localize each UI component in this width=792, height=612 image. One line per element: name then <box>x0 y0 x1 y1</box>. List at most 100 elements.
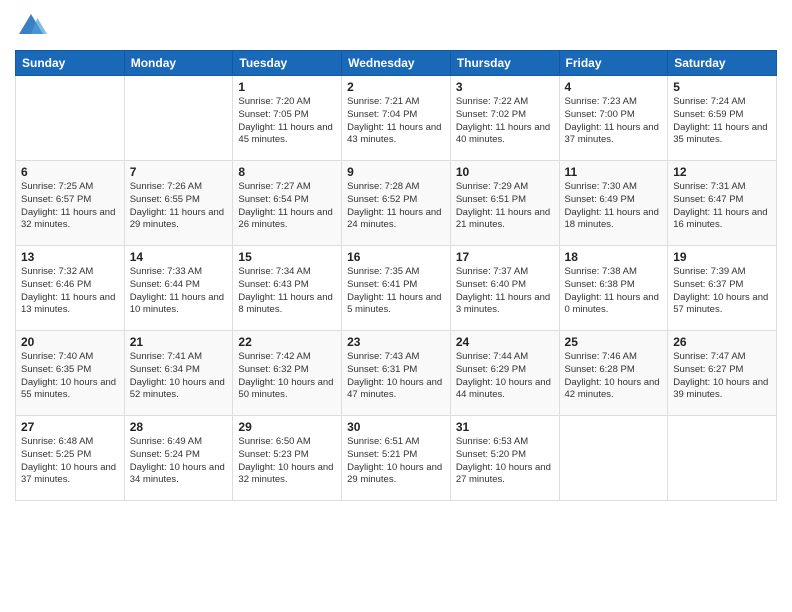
day-number: 11 <box>565 165 663 179</box>
day-number: 18 <box>565 250 663 264</box>
day-info: Sunrise: 7:33 AMSunset: 6:44 PMDaylight:… <box>130 266 228 317</box>
day-info: Sunrise: 6:50 AMSunset: 5:23 PMDaylight:… <box>238 436 336 487</box>
day-number: 17 <box>456 250 554 264</box>
calendar-cell: 9 Sunrise: 7:28 AMSunset: 6:52 PMDaylight… <box>342 161 451 246</box>
weekday-header-thursday: Thursday <box>450 51 559 76</box>
calendar-cell: 3 Sunrise: 7:22 AMSunset: 7:02 PMDaylight… <box>450 76 559 161</box>
day-number: 2 <box>347 80 445 94</box>
weekday-header-wednesday: Wednesday <box>342 51 451 76</box>
calendar-week-3: 13 Sunrise: 7:32 AMSunset: 6:46 PMDayligh… <box>16 246 777 331</box>
calendar-cell: 22Sunrise: 7:42 AMSunset: 6:32 PMDayligh… <box>233 331 342 416</box>
day-info: Sunrise: 7:34 AMSunset: 6:43 PMDaylight:… <box>238 266 336 317</box>
day-number: 10 <box>456 165 554 179</box>
calendar-cell: 4 Sunrise: 7:23 AMSunset: 7:00 PMDaylight… <box>559 76 668 161</box>
calendar-cell: 29 Sunrise: 6:50 AMSunset: 5:23 PMDayligh… <box>233 416 342 501</box>
calendar-cell <box>559 416 668 501</box>
day-number: 8 <box>238 165 336 179</box>
day-number: 9 <box>347 165 445 179</box>
day-info: Sunrise: 7:23 AMSunset: 7:00 PMDaylight:… <box>565 96 663 147</box>
day-number: 24 <box>456 335 554 349</box>
calendar-table: SundayMondayTuesdayWednesdayThursdayFrid… <box>15 50 777 501</box>
day-info: Sunrise: 6:48 AMSunset: 5:25 PMDaylight:… <box>21 436 119 487</box>
day-number: 25 <box>565 335 663 349</box>
day-info: Sunrise: 7:28 AMSunset: 6:52 PMDaylight:… <box>347 181 445 232</box>
calendar-cell: 21 Sunrise: 7:41 AMSunset: 6:34 PMDayligh… <box>124 331 233 416</box>
day-info: Sunrise: 7:39 AMSunset: 6:37 PMDaylight:… <box>673 266 771 317</box>
calendar-week-2: 6 Sunrise: 7:25 AMSunset: 6:57 PMDaylight… <box>16 161 777 246</box>
calendar-cell: 12 Sunrise: 7:31 AMSunset: 6:47 PMDayligh… <box>668 161 777 246</box>
day-number: 31 <box>456 420 554 434</box>
calendar-cell: 30Sunrise: 6:51 AMSunset: 5:21 PMDayligh… <box>342 416 451 501</box>
day-number: 20 <box>21 335 119 349</box>
header <box>15 10 777 42</box>
calendar-cell: 11Sunrise: 7:30 AMSunset: 6:49 PMDayligh… <box>559 161 668 246</box>
day-info: Sunrise: 7:21 AMSunset: 7:04 PMDaylight:… <box>347 96 445 147</box>
calendar-cell: 15Sunrise: 7:34 AMSunset: 6:43 PMDayligh… <box>233 246 342 331</box>
weekday-header-sunday: Sunday <box>16 51 125 76</box>
day-number: 1 <box>238 80 336 94</box>
calendar-cell: 23 Sunrise: 7:43 AMSunset: 6:31 PMDayligh… <box>342 331 451 416</box>
calendar-cell: 25 Sunrise: 7:46 AMSunset: 6:28 PMDayligh… <box>559 331 668 416</box>
day-number: 19 <box>673 250 771 264</box>
calendar-cell: 10 Sunrise: 7:29 AMSunset: 6:51 PMDayligh… <box>450 161 559 246</box>
day-info: Sunrise: 7:25 AMSunset: 6:57 PMDaylight:… <box>21 181 119 232</box>
calendar-cell: 8Sunrise: 7:27 AMSunset: 6:54 PMDaylight… <box>233 161 342 246</box>
calendar-cell: 6 Sunrise: 7:25 AMSunset: 6:57 PMDaylight… <box>16 161 125 246</box>
day-number: 21 <box>130 335 228 349</box>
day-info: Sunrise: 7:22 AMSunset: 7:02 PMDaylight:… <box>456 96 554 147</box>
day-number: 27 <box>21 420 119 434</box>
calendar-body: 1Sunrise: 7:20 AMSunset: 7:05 PMDaylight… <box>16 76 777 501</box>
page: SundayMondayTuesdayWednesdayThursdayFrid… <box>0 0 792 612</box>
weekday-header-tuesday: Tuesday <box>233 51 342 76</box>
calendar-cell: 5 Sunrise: 7:24 AMSunset: 6:59 PMDaylight… <box>668 76 777 161</box>
day-number: 4 <box>565 80 663 94</box>
day-info: Sunrise: 7:24 AMSunset: 6:59 PMDaylight:… <box>673 96 771 147</box>
day-number: 23 <box>347 335 445 349</box>
day-info: Sunrise: 7:35 AMSunset: 6:41 PMDaylight:… <box>347 266 445 317</box>
day-info: Sunrise: 6:49 AMSunset: 5:24 PMDaylight:… <box>130 436 228 487</box>
day-info: Sunrise: 7:43 AMSunset: 6:31 PMDaylight:… <box>347 351 445 402</box>
day-number: 29 <box>238 420 336 434</box>
day-info: Sunrise: 7:37 AMSunset: 6:40 PMDaylight:… <box>456 266 554 317</box>
calendar-cell: 19 Sunrise: 7:39 AMSunset: 6:37 PMDayligh… <box>668 246 777 331</box>
day-info: Sunrise: 6:53 AMSunset: 5:20 PMDaylight:… <box>456 436 554 487</box>
day-info: Sunrise: 7:31 AMSunset: 6:47 PMDaylight:… <box>673 181 771 232</box>
day-number: 14 <box>130 250 228 264</box>
day-number: 13 <box>21 250 119 264</box>
calendar-cell: 2 Sunrise: 7:21 AMSunset: 7:04 PMDaylight… <box>342 76 451 161</box>
day-number: 5 <box>673 80 771 94</box>
calendar-cell: 26Sunrise: 7:47 AMSunset: 6:27 PMDayligh… <box>668 331 777 416</box>
weekday-header-monday: Monday <box>124 51 233 76</box>
calendar-week-4: 20Sunrise: 7:40 AMSunset: 6:35 PMDayligh… <box>16 331 777 416</box>
day-number: 12 <box>673 165 771 179</box>
calendar-header: SundayMondayTuesdayWednesdayThursdayFrid… <box>16 51 777 76</box>
calendar-cell: 7 Sunrise: 7:26 AMSunset: 6:55 PMDaylight… <box>124 161 233 246</box>
weekday-header-saturday: Saturday <box>668 51 777 76</box>
calendar-cell <box>668 416 777 501</box>
weekday-header-friday: Friday <box>559 51 668 76</box>
calendar-cell: 28Sunrise: 6:49 AMSunset: 5:24 PMDayligh… <box>124 416 233 501</box>
logo-icon <box>15 10 47 42</box>
day-number: 7 <box>130 165 228 179</box>
calendar-cell <box>16 76 125 161</box>
day-number: 30 <box>347 420 445 434</box>
calendar-cell: 14 Sunrise: 7:33 AMSunset: 6:44 PMDayligh… <box>124 246 233 331</box>
day-info: Sunrise: 7:42 AMSunset: 6:32 PMDaylight:… <box>238 351 336 402</box>
day-info: Sunrise: 7:32 AMSunset: 6:46 PMDaylight:… <box>21 266 119 317</box>
calendar-cell: 17 Sunrise: 7:37 AMSunset: 6:40 PMDayligh… <box>450 246 559 331</box>
day-info: Sunrise: 7:38 AMSunset: 6:38 PMDaylight:… <box>565 266 663 317</box>
calendar-cell: 24 Sunrise: 7:44 AMSunset: 6:29 PMDayligh… <box>450 331 559 416</box>
calendar-cell: 31 Sunrise: 6:53 AMSunset: 5:20 PMDayligh… <box>450 416 559 501</box>
calendar-cell: 18 Sunrise: 7:38 AMSunset: 6:38 PMDayligh… <box>559 246 668 331</box>
day-info: Sunrise: 7:41 AMSunset: 6:34 PMDaylight:… <box>130 351 228 402</box>
day-info: Sunrise: 7:26 AMSunset: 6:55 PMDaylight:… <box>130 181 228 232</box>
day-info: Sunrise: 7:29 AMSunset: 6:51 PMDaylight:… <box>456 181 554 232</box>
day-number: 3 <box>456 80 554 94</box>
day-info: Sunrise: 7:44 AMSunset: 6:29 PMDaylight:… <box>456 351 554 402</box>
day-number: 26 <box>673 335 771 349</box>
day-number: 6 <box>21 165 119 179</box>
logo <box>15 10 51 42</box>
day-info: Sunrise: 7:46 AMSunset: 6:28 PMDaylight:… <box>565 351 663 402</box>
calendar-cell <box>124 76 233 161</box>
calendar-cell: 16Sunrise: 7:35 AMSunset: 6:41 PMDayligh… <box>342 246 451 331</box>
